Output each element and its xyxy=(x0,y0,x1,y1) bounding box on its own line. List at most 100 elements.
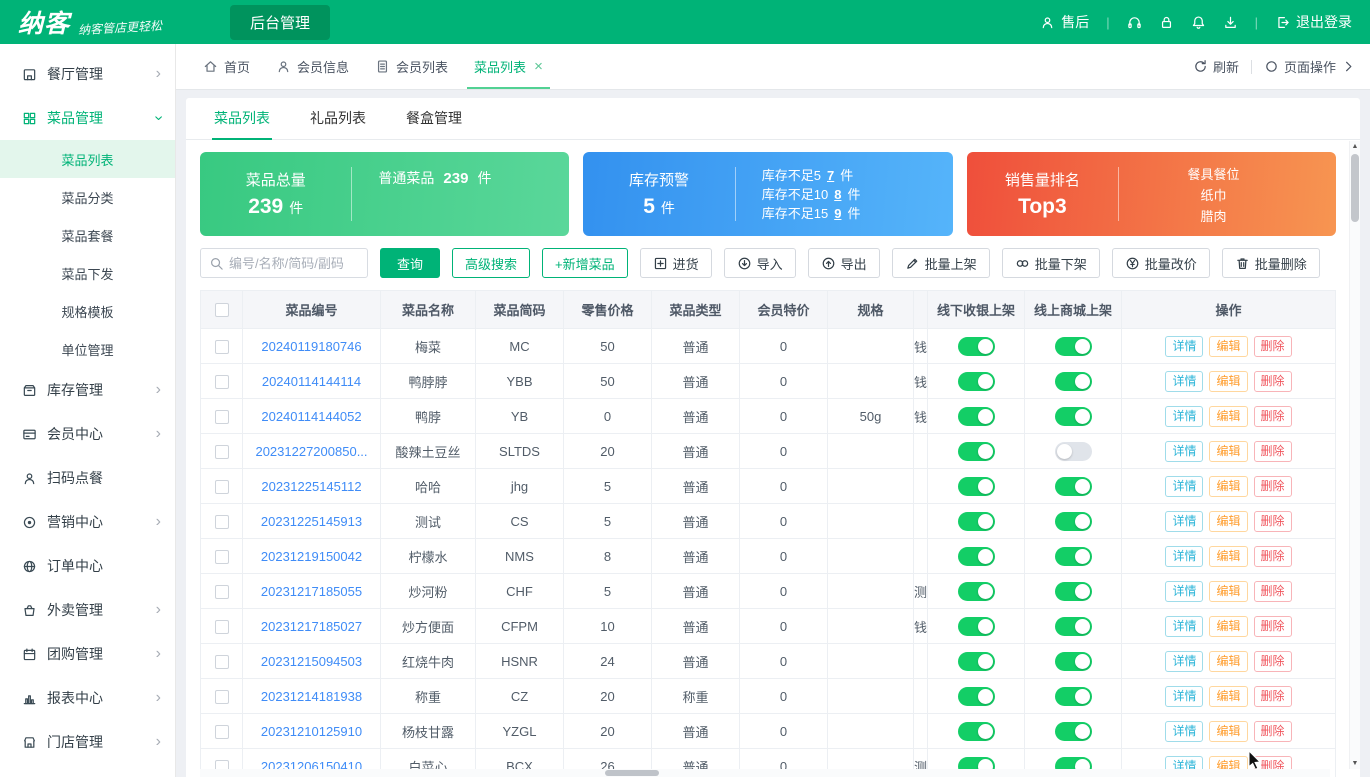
add-dish-button[interactable]: +新增菜品 xyxy=(542,248,628,278)
sidebar-item-groupbuy[interactable]: 团购管理› xyxy=(0,632,175,676)
normal-dish-count[interactable]: 239 xyxy=(443,170,468,187)
offline-pos-toggle[interactable] xyxy=(958,407,995,426)
batch-delete-button[interactable]: 批量删除 xyxy=(1222,248,1320,278)
dish-code-link[interactable]: 20240119180746 xyxy=(261,339,361,354)
dish-code-link[interactable]: 20231217185055 xyxy=(261,584,362,599)
detail-button[interactable]: 详情 xyxy=(1165,511,1203,532)
refresh-button[interactable]: 刷新 xyxy=(1193,57,1239,76)
delete-button[interactable]: 删除 xyxy=(1254,651,1292,672)
delete-button[interactable]: 删除 xyxy=(1254,371,1292,392)
dish-code-link[interactable]: 20231215094503 xyxy=(261,654,362,669)
row-checkbox[interactable] xyxy=(215,515,229,529)
scroll-down-arrow[interactable]: ▼ xyxy=(1350,758,1360,769)
content-tab-gift-list[interactable]: 礼品列表 xyxy=(308,98,368,139)
delete-button[interactable]: 删除 xyxy=(1254,686,1292,707)
edit-button[interactable]: 编辑 xyxy=(1209,441,1247,462)
online-mall-toggle[interactable] xyxy=(1055,582,1092,601)
export-button[interactable]: 导出 xyxy=(808,248,880,278)
scrollbar-thumb[interactable] xyxy=(1351,154,1359,222)
online-mall-toggle[interactable] xyxy=(1055,407,1092,426)
delete-button[interactable]: 删除 xyxy=(1254,406,1292,427)
sidebar-item-scan-order[interactable]: 扫码点餐 xyxy=(0,456,175,500)
edit-button[interactable]: 编辑 xyxy=(1209,686,1247,707)
stock-count-link[interactable]: 9 xyxy=(834,204,841,223)
edit-button[interactable]: 编辑 xyxy=(1209,581,1247,602)
edit-button[interactable]: 编辑 xyxy=(1209,371,1247,392)
row-checkbox[interactable] xyxy=(215,410,229,424)
row-checkbox[interactable] xyxy=(215,550,229,564)
sidebar-item-report[interactable]: 报表中心› xyxy=(0,676,175,720)
dish-code-link[interactable]: 20231210125910 xyxy=(261,724,362,739)
edit-button[interactable]: 编辑 xyxy=(1209,336,1247,357)
vertical-scrollbar[interactable]: ▲ ▼ xyxy=(1349,141,1360,769)
search-input[interactable] xyxy=(229,256,359,271)
row-checkbox[interactable] xyxy=(215,340,229,354)
sidebar-subitem-dish-list[interactable]: 菜品列表 xyxy=(0,140,175,178)
sidebar-item-inventory[interactable]: 库存管理› xyxy=(0,368,175,412)
row-checkbox[interactable] xyxy=(215,690,229,704)
online-mall-toggle[interactable] xyxy=(1055,722,1092,741)
stock-count-link[interactable]: 8 xyxy=(834,185,841,204)
edit-button[interactable]: 编辑 xyxy=(1209,546,1247,567)
online-mall-toggle[interactable] xyxy=(1055,337,1092,356)
row-checkbox[interactable] xyxy=(215,585,229,599)
detail-button[interactable]: 详情 xyxy=(1165,721,1203,742)
detail-button[interactable]: 详情 xyxy=(1165,441,1203,462)
purchase-button[interactable]: 进货 xyxy=(640,248,712,278)
row-checkbox[interactable] xyxy=(215,375,229,389)
search-button[interactable]: 查询 xyxy=(380,248,440,278)
detail-button[interactable]: 详情 xyxy=(1165,406,1203,427)
batch-price-button[interactable]: 批量改价 xyxy=(1112,248,1210,278)
detail-button[interactable]: 详情 xyxy=(1165,546,1203,567)
edit-button[interactable]: 编辑 xyxy=(1209,511,1247,532)
online-mall-toggle[interactable] xyxy=(1055,687,1092,706)
sidebar-item-marketing[interactable]: 营销中心› xyxy=(0,500,175,544)
online-mall-toggle[interactable] xyxy=(1055,652,1092,671)
sidebar-subitem-dish-dispatch[interactable]: 菜品下发 xyxy=(0,254,175,292)
dish-code-link[interactable]: 20231227200850... xyxy=(255,444,367,459)
online-mall-toggle[interactable] xyxy=(1055,547,1092,566)
offline-pos-toggle[interactable] xyxy=(958,512,995,531)
sidebar-item-dish[interactable]: 菜品管理› xyxy=(0,96,175,140)
delete-button[interactable]: 删除 xyxy=(1254,546,1292,567)
detail-button[interactable]: 详情 xyxy=(1165,616,1203,637)
lock-icon[interactable] xyxy=(1159,15,1174,30)
content-tab-dish-list[interactable]: 菜品列表 xyxy=(212,98,272,139)
sidebar-item-takeout[interactable]: 外卖管理› xyxy=(0,588,175,632)
tab-home[interactable]: 首页 xyxy=(190,44,263,89)
sidebar-item-settings[interactable]: 系统设置› xyxy=(0,764,175,777)
logout-button[interactable]: 退出登录 xyxy=(1275,12,1352,32)
row-checkbox[interactable] xyxy=(215,445,229,459)
delete-button[interactable]: 删除 xyxy=(1254,616,1292,637)
scroll-up-arrow[interactable]: ▲ xyxy=(1350,141,1360,152)
offline-pos-toggle[interactable] xyxy=(958,687,995,706)
sidebar-subitem-dish-category[interactable]: 菜品分类 xyxy=(0,178,175,216)
offline-pos-toggle[interactable] xyxy=(958,337,995,356)
batch-on-button[interactable]: 批量上架 xyxy=(892,248,990,278)
row-checkbox[interactable] xyxy=(215,655,229,669)
bell-icon[interactable] xyxy=(1191,15,1206,30)
close-icon[interactable]: × xyxy=(534,58,543,75)
delete-button[interactable]: 删除 xyxy=(1254,336,1292,357)
sidebar-subitem-unit-manage[interactable]: 单位管理 xyxy=(0,330,175,368)
offline-pos-toggle[interactable] xyxy=(958,477,995,496)
detail-button[interactable]: 详情 xyxy=(1165,371,1203,392)
page-ops-button[interactable]: 页面操作 xyxy=(1264,57,1356,76)
h-scrollbar-thumb[interactable] xyxy=(605,770,659,776)
online-mall-toggle[interactable] xyxy=(1055,477,1092,496)
dish-code-link[interactable]: 20231225145112 xyxy=(261,479,361,494)
horizontal-scrollbar[interactable] xyxy=(200,769,1330,777)
edit-button[interactable]: 编辑 xyxy=(1209,476,1247,497)
delete-button[interactable]: 删除 xyxy=(1254,581,1292,602)
dish-code-link[interactable]: 20231217185027 xyxy=(261,619,362,634)
edit-button[interactable]: 编辑 xyxy=(1209,616,1247,637)
dish-code-link[interactable]: 20231214181938 xyxy=(261,689,362,704)
offline-pos-toggle[interactable] xyxy=(958,652,995,671)
backstage-nav-tab[interactable]: 后台管理 xyxy=(230,5,330,40)
dish-code-link[interactable]: 20231225145913 xyxy=(261,514,362,529)
online-mall-toggle[interactable] xyxy=(1055,512,1092,531)
dish-code-link[interactable]: 20240114144052 xyxy=(261,409,361,424)
detail-button[interactable]: 详情 xyxy=(1165,651,1203,672)
content-tab-box-manage[interactable]: 餐盒管理 xyxy=(404,98,464,139)
dish-code-link[interactable]: 20231219150042 xyxy=(261,549,362,564)
